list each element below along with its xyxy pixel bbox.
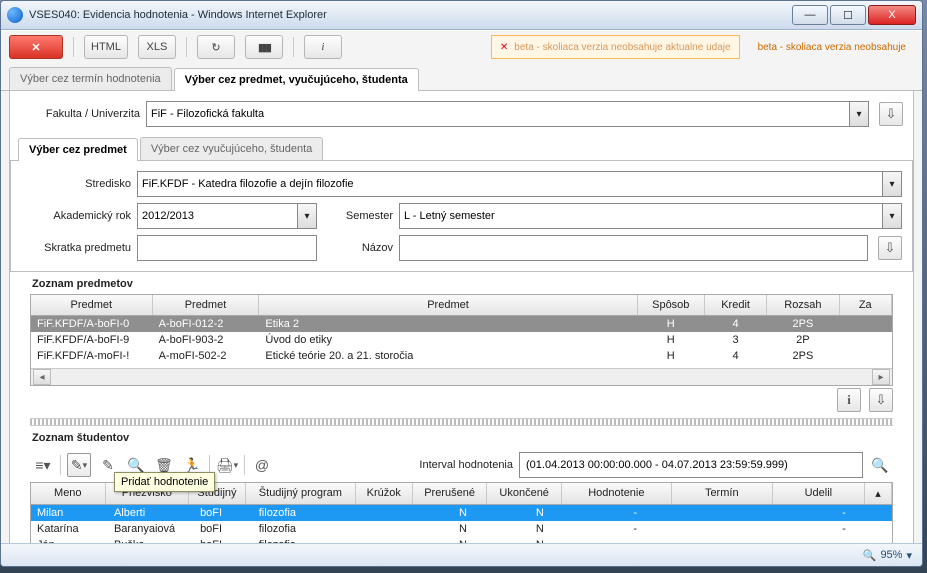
tooltip: Pridať hodnotenie (114, 472, 215, 492)
main-panel: Fakulta / Univerzita ▾ ⇩ Výber cez predm… (9, 91, 914, 543)
minimize-button[interactable]: — (792, 5, 828, 25)
email-icon[interactable]: @ (251, 454, 273, 476)
chevron-down-icon[interactable]: ▾ (850, 101, 869, 127)
scroll-left-icon[interactable]: ◂ (33, 369, 51, 385)
table-row[interactable]: MilanAlbertiboFIfilozofiaNN-- (31, 505, 892, 521)
maximize-button[interactable]: ☐ (830, 5, 866, 25)
add-grade-button[interactable]: ✎▾ (67, 453, 91, 477)
chart-button[interactable]: ▮▮▮ (245, 35, 283, 59)
col-header[interactable]: Udelil (773, 483, 865, 504)
refresh-button[interactable]: ↻ (197, 35, 235, 59)
nazov-input[interactable] (399, 235, 868, 261)
tab-via-predmet[interactable]: Výber cez predmet (18, 138, 138, 161)
tab-termin[interactable]: Výber cez termín hodnotenia (9, 67, 172, 90)
app-toolbar: HTML XLS ↻ ▮▮▮ i ✕beta - skoliaca verzia… (1, 31, 922, 63)
fakulta-input[interactable] (146, 101, 850, 127)
col-header[interactable]: ▴ (865, 483, 892, 504)
sub-tabs: Výber cez predmet Výber cez vyučujúceho,… (10, 133, 913, 161)
titlebar: VSES040: Evidencia hodnotenia - Windows … (1, 1, 922, 30)
col-header[interactable]: Rozsah (767, 295, 839, 315)
chevron-down-icon[interactable]: ▾ (906, 549, 912, 562)
zoom-value: 95% (880, 549, 902, 561)
col-header[interactable]: Spôsob (638, 295, 705, 315)
semester-label: Semester (323, 210, 393, 222)
skratka-input-wrap[interactable] (137, 235, 317, 261)
chevron-down-icon[interactable]: ▾ (883, 203, 902, 229)
grid-info-button[interactable]: i (837, 388, 861, 412)
fakulta-label: Fakulta / Univerzita (20, 108, 140, 120)
grid-scrollbar[interactable]: ◂ ▸ (31, 368, 892, 385)
export-xls-button[interactable]: XLS (138, 35, 176, 59)
col-header[interactable]: Za (840, 295, 892, 315)
semester-combo[interactable]: ▾ (399, 203, 902, 229)
stredisko-input[interactable] (137, 171, 883, 197)
beta-banner-2: beta - skoliaca verzia neobsahuje (750, 36, 914, 58)
tab-predmet[interactable]: Výber cez predmet, vyučujúceho, študenta (174, 68, 419, 91)
predmety-heading: Zoznam predmetov (32, 278, 903, 290)
col-header[interactable]: Krúžok (356, 483, 413, 504)
akrok-combo[interactable]: ▾ (137, 203, 317, 229)
chevron-down-icon[interactable]: ▾ (883, 171, 902, 197)
table-row[interactable]: FiF.KFDF/A-boFI-9A-boFI-903-2Úvod do eti… (31, 332, 892, 348)
interval-label: Interval hodnotenia (419, 459, 513, 471)
akrok-label: Akademický rok (21, 210, 131, 222)
close-button[interactable] (9, 35, 63, 59)
scroll-right-icon[interactable]: ▸ (872, 369, 890, 385)
col-header[interactable]: Prerušené (413, 483, 488, 504)
skratka-label: Skratka predmetu (21, 242, 131, 254)
apply-fakulta-button[interactable]: ⇩ (879, 102, 903, 126)
statusbar: 🔍 95% ▾ (1, 543, 922, 566)
students-toolbar: ≡▾ ✎▾ Pridať hodnotenie ✎ 🔍 🗑 🏃 🖨▾ @ Int… (20, 448, 903, 482)
studenti-heading: Zoznam študentov (32, 432, 903, 444)
print-icon[interactable]: 🖨▾ (216, 454, 238, 476)
nazov-input-wrap[interactable] (399, 235, 868, 261)
col-header[interactable]: Predmet (153, 295, 260, 315)
zoom-control[interactable]: 🔍 95% ▾ (863, 549, 912, 562)
col-header[interactable]: Termín (672, 483, 773, 504)
window-title: VSES040: Evidencia hodnotenia - Windows … (29, 9, 792, 21)
col-header[interactable]: Kredit (705, 295, 767, 315)
fakulta-combo[interactable]: ▾ (146, 101, 869, 127)
filter-icon[interactable]: ≡▾ (32, 454, 54, 476)
col-header[interactable]: Hodnotenie (562, 483, 672, 504)
stredisko-combo[interactable]: ▾ (137, 171, 902, 197)
col-header[interactable]: Meno (31, 483, 106, 504)
table-row[interactable]: KatarínaBaranyaiováboFIfilozofiaNN-- (31, 521, 892, 537)
col-header[interactable]: Ukončené (487, 483, 562, 504)
skratka-input[interactable] (137, 235, 317, 261)
akrok-input[interactable] (137, 203, 298, 229)
col-header[interactable]: Predmet (31, 295, 153, 315)
info-button[interactable]: i (304, 35, 342, 59)
interval-search-icon[interactable]: 🔍 (869, 454, 891, 476)
chevron-down-icon[interactable]: ▾ (298, 203, 317, 229)
splitter[interactable] (30, 418, 893, 426)
export-html-button[interactable]: HTML (84, 35, 128, 59)
semester-input[interactable] (399, 203, 883, 229)
table-row[interactable]: FiF.KFDF/A-moFI-!A-moFI-502-2Etické teór… (31, 348, 892, 364)
table-row[interactable]: FiF.KFDF/A-boFI-0A-boFI-012-2Etika 2H42P… (31, 316, 892, 332)
close-window-button[interactable]: X (868, 5, 916, 25)
tab-via-vyucujuci[interactable]: Výber cez vyučujúceho, študenta (140, 137, 323, 160)
nazov-label: Názov (323, 242, 393, 254)
search-button[interactable]: ⇩ (878, 236, 902, 260)
main-tabs: Výber cez termín hodnotenia Výber cez pr… (1, 63, 922, 91)
ie-icon (7, 7, 23, 23)
predmety-grid[interactable]: PredmetPredmetPredmetSpôsobKreditRozsahZ… (30, 294, 893, 386)
col-header[interactable]: Predmet (259, 295, 637, 315)
stredisko-label: Stredisko (21, 178, 131, 190)
grid-apply-button[interactable]: ⇩ (869, 388, 893, 412)
zoom-icon: 🔍 (863, 549, 877, 562)
col-header[interactable]: Študijný program (246, 483, 356, 504)
interval-input[interactable] (519, 452, 863, 478)
beta-banner-1: ✕beta - skoliaca verzia neobsahuje aktua… (491, 35, 740, 59)
